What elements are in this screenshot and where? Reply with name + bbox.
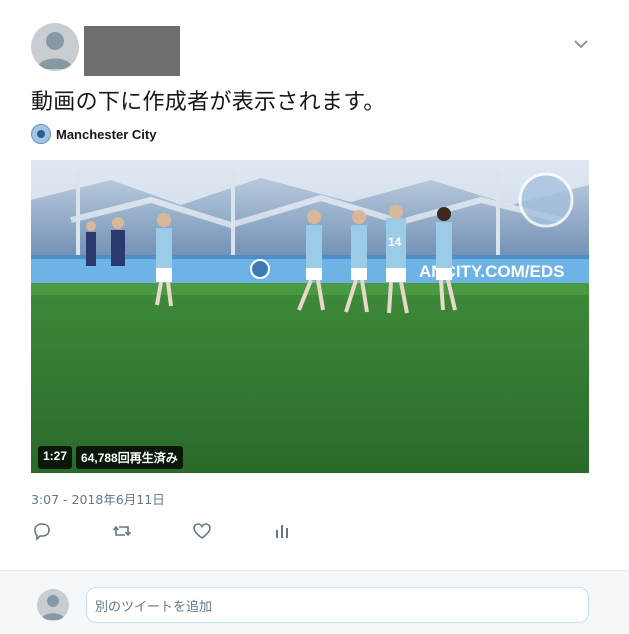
add-tweet-placeholder: 別のツイートを追加 xyxy=(95,599,213,615)
video-frame: ANCITY.COM/EDS 14 xyxy=(31,160,589,473)
user-avatar[interactable] xyxy=(31,23,79,71)
video-duration: 1:27 xyxy=(38,446,73,469)
video-player[interactable]: ANCITY.COM/EDS 14 xyxy=(31,160,589,473)
tweet-actions xyxy=(31,520,331,542)
reply-icon[interactable] xyxy=(31,520,53,542)
video-overlay: 1:27 64,788回再生済み xyxy=(38,446,183,469)
svg-text:14: 14 xyxy=(388,235,402,249)
heart-icon[interactable] xyxy=(191,520,213,542)
tweet-timestamp[interactable]: 3:07 - 2018年6月11日 xyxy=(31,489,165,508)
reply-avatar xyxy=(37,589,69,621)
chevron-down-icon[interactable] xyxy=(573,36,589,50)
redacted-username xyxy=(84,26,180,76)
video-view-count: 64,788回再生済み xyxy=(76,446,183,469)
reply-composer: 別のツイートを追加 xyxy=(0,570,629,634)
add-tweet-input[interactable]: 別のツイートを追加 xyxy=(86,587,589,623)
tweet-text: 動画の下に作成者が表示されます。 xyxy=(31,90,386,115)
retweet-icon[interactable] xyxy=(111,520,133,542)
club-badge-icon xyxy=(31,124,51,144)
author-name[interactable]: Manchester City xyxy=(56,127,156,142)
author-attribution[interactable]: Manchester City xyxy=(31,124,156,144)
analytics-icon[interactable] xyxy=(271,520,293,542)
